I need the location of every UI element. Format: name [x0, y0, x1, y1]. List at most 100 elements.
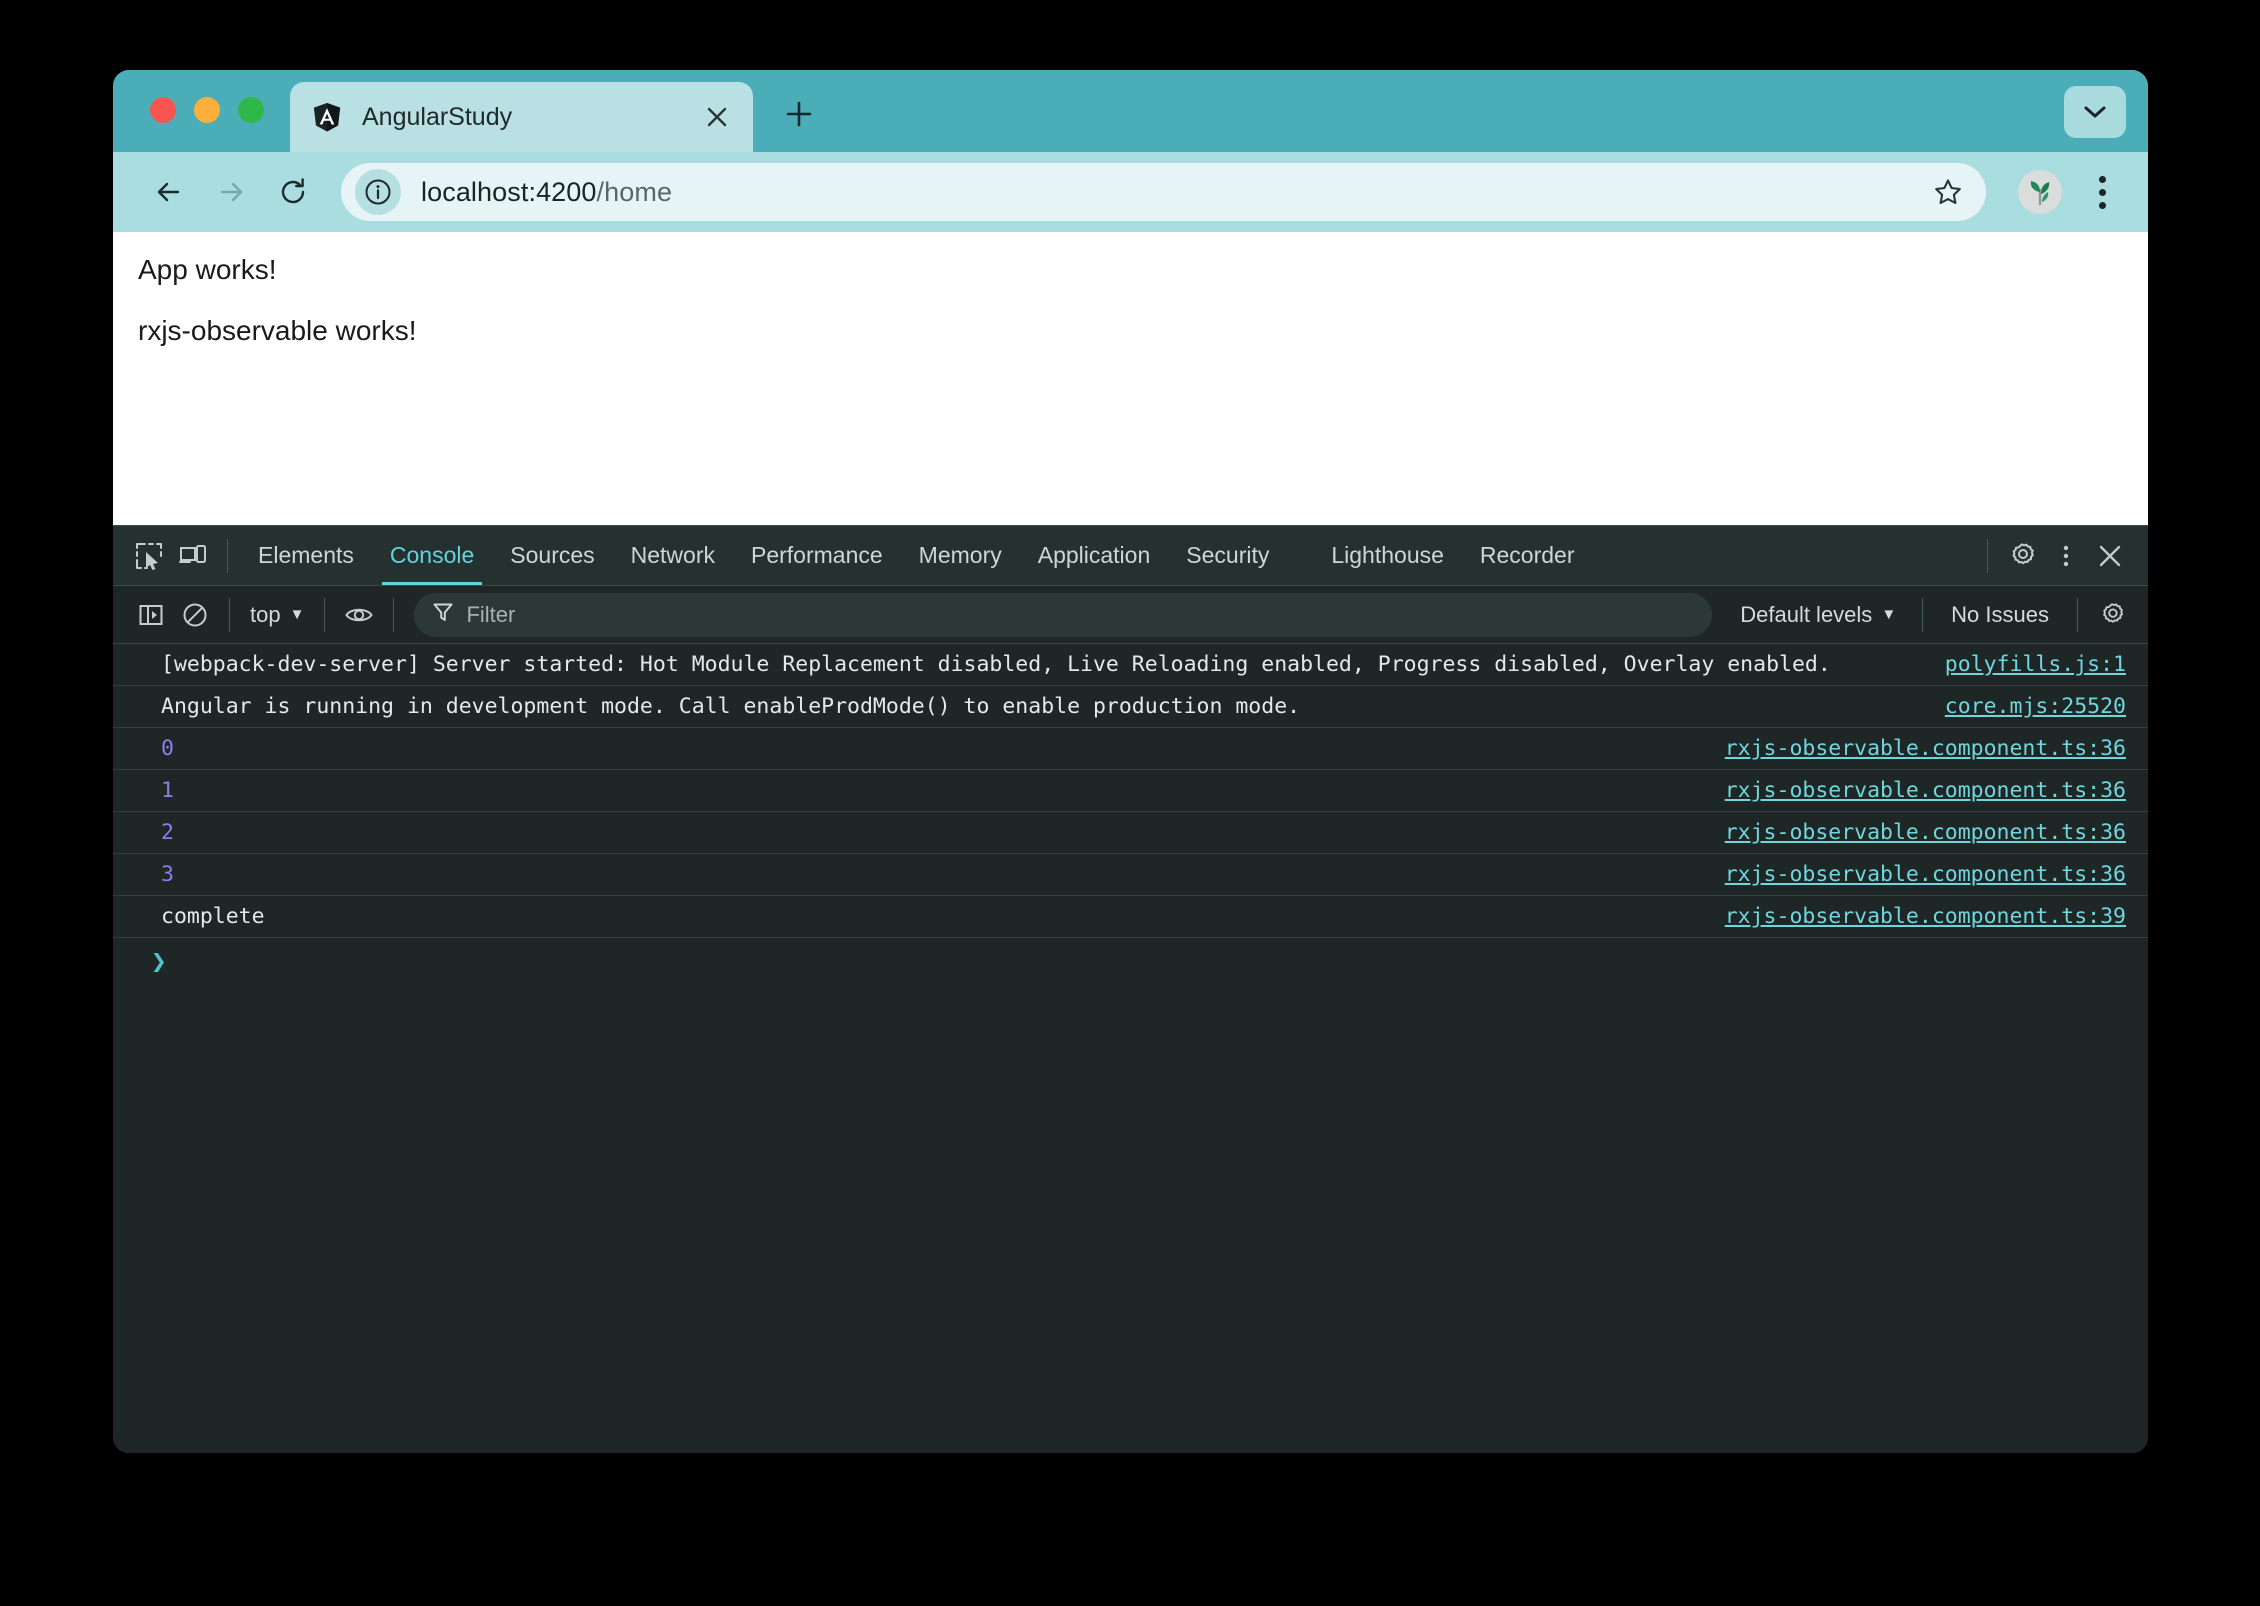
filter-placeholder: Filter — [466, 601, 516, 627]
browser-window: AngularStudy localhost:4200/home App wor… — [113, 70, 2148, 1453]
console-prompt[interactable]: ❯ — [113, 938, 2148, 982]
profile-avatar[interactable] — [2018, 170, 2062, 214]
divider — [324, 597, 326, 632]
tab-recorder[interactable]: Recorder — [1462, 526, 1593, 585]
console-toolbar: top ▼ Filter Default levels ▼ No Issues — [113, 586, 2148, 644]
window-minimize-button[interactable] — [194, 97, 220, 123]
console-sidebar-icon[interactable] — [129, 593, 173, 637]
info-circle-icon[interactable] — [355, 169, 401, 215]
chevron-down-icon — [2084, 106, 2106, 118]
log-source-link[interactable]: rxjs-observable.component.ts:36 — [1725, 776, 2126, 805]
tab-memory[interactable]: Memory — [901, 526, 1020, 585]
log-message: Angular is running in development mode. … — [161, 693, 1301, 719]
devtools-settings-gear-icon[interactable] — [2000, 534, 2044, 578]
issues-counter[interactable]: No Issues — [1935, 602, 2065, 628]
tab-strip: AngularStudy — [113, 70, 2148, 152]
divider — [1922, 597, 1924, 632]
tab-label: Application — [1037, 542, 1151, 568]
live-expression-eye-icon[interactable] — [337, 593, 381, 637]
tab-search-button[interactable] — [2064, 86, 2126, 138]
console-log-row[interactable]: 0 rxjs-observable.component.ts:36 — [113, 728, 2148, 770]
tab-close-button[interactable] — [699, 99, 735, 135]
tab-label: Recorder — [1479, 542, 1575, 568]
filter-funnel-icon — [432, 601, 454, 628]
log-source-link[interactable]: rxjs-observable.component.ts:36 — [1725, 734, 2126, 763]
chevron-down-icon: ▼ — [1881, 606, 1897, 623]
page-text-app-works: App works! — [138, 254, 277, 285]
devtools-close-icon[interactable] — [2088, 534, 2132, 578]
url-host: localhost:4200 — [421, 176, 597, 207]
window-maximize-button[interactable] — [238, 97, 264, 123]
browser-tab-angularstudy[interactable]: AngularStudy — [290, 82, 753, 152]
console-log-row[interactable]: 1 rxjs-observable.component.ts:36 — [113, 770, 2148, 812]
tab-network[interactable]: Network — [613, 526, 733, 585]
kebab-dot — [2098, 201, 2106, 209]
browser-menu-button[interactable] — [2078, 166, 2126, 218]
avatar-plant-icon — [2018, 170, 2062, 214]
divider — [2077, 597, 2078, 632]
log-source-link[interactable]: polyfills.js:1 — [1945, 650, 2126, 679]
tab-label: Memory — [918, 542, 1002, 568]
reload-icon — [281, 178, 305, 204]
log-source-link[interactable]: core.mjs:25520 — [1945, 692, 2126, 721]
devtools-panel: Elements Console Sources Network Perform… — [113, 525, 2148, 1453]
console-log-row[interactable]: Angular is running in development mode. … — [113, 686, 2148, 728]
log-levels-select[interactable]: Default levels ▼ — [1726, 602, 1910, 628]
browser-toolbar: localhost:4200/home — [113, 152, 2148, 232]
devtools-tabbar: Elements Console Sources Network Perform… — [113, 526, 2148, 586]
tab-label: Security — [1186, 542, 1270, 568]
tab-security[interactable]: Security — [1168, 526, 1287, 585]
divider — [393, 597, 395, 632]
arrow-left-icon — [157, 182, 180, 202]
log-message: 2 — [161, 819, 174, 845]
tab-title: AngularStudy — [362, 102, 513, 131]
kebab-dot — [2098, 175, 2106, 183]
page-viewport: App works! rxjs-observable works! — [113, 232, 2148, 525]
prompt-chevron-icon: ❯ — [151, 947, 167, 977]
console-log-row[interactable]: complete rxjs-observable.component.ts:39 — [113, 896, 2148, 938]
chevron-down-icon: ▼ — [289, 606, 305, 623]
log-message: complete — [161, 903, 265, 929]
url-path: /home — [596, 176, 673, 207]
reload-button[interactable] — [265, 164, 321, 220]
console-messages[interactable]: [webpack-dev-server] Server started: Hot… — [113, 644, 2148, 1453]
clear-console-icon[interactable] — [173, 593, 217, 637]
inspect-element-icon[interactable] — [127, 534, 171, 578]
divider — [229, 597, 230, 632]
kebab-dot — [2098, 188, 2106, 196]
console-log-row[interactable]: 3 rxjs-observable.component.ts:36 — [113, 854, 2148, 896]
bookmark-star-icon[interactable] — [1922, 166, 1974, 218]
log-message: 0 — [161, 735, 174, 761]
devtools-more-menu-icon[interactable] — [2044, 534, 2088, 578]
tab-label: Performance — [751, 542, 883, 568]
new-tab-button[interactable] — [771, 86, 827, 142]
console-settings-gear-icon[interactable] — [2090, 593, 2134, 637]
window-close-button[interactable] — [150, 97, 176, 123]
tab-sources[interactable]: Sources — [492, 526, 612, 585]
console-log-row[interactable]: [webpack-dev-server] Server started: Hot… — [113, 644, 2148, 686]
log-message: 3 — [161, 861, 174, 887]
log-source-link[interactable]: rxjs-observable.component.ts:39 — [1725, 902, 2126, 931]
forward-button[interactable] — [203, 164, 259, 220]
angular-logo-icon — [312, 102, 342, 132]
tab-performance[interactable]: Performance — [733, 526, 901, 585]
tab-label: Lighthouse — [1331, 542, 1444, 568]
execution-context-select[interactable]: top ▼ — [242, 595, 312, 635]
page-text-rxjs-observable-works: rxjs-observable works! — [138, 315, 417, 346]
tab-elements[interactable]: Elements — [240, 526, 372, 585]
device-toolbar-icon[interactable] — [171, 534, 215, 578]
tab-label: Network — [630, 542, 715, 568]
back-button[interactable] — [141, 164, 197, 220]
traffic-lights — [113, 97, 264, 152]
log-source-link[interactable]: rxjs-observable.component.ts:36 — [1725, 860, 2126, 889]
tab-label: Sources — [510, 542, 595, 568]
console-filter-input[interactable]: Filter — [414, 592, 1713, 637]
tab-console[interactable]: Console — [372, 526, 492, 585]
console-log-row[interactable]: 2 rxjs-observable.component.ts:36 — [113, 812, 2148, 854]
tab-lighthouse[interactable]: Lighthouse — [1313, 526, 1462, 585]
tab-application[interactable]: Application — [1020, 526, 1169, 585]
log-source-link[interactable]: rxjs-observable.component.ts:36 — [1725, 818, 2126, 847]
execution-context-value: top — [250, 601, 281, 627]
log-levels-label: Default levels — [1740, 601, 1873, 627]
address-bar[interactable]: localhost:4200/home — [341, 163, 1986, 221]
